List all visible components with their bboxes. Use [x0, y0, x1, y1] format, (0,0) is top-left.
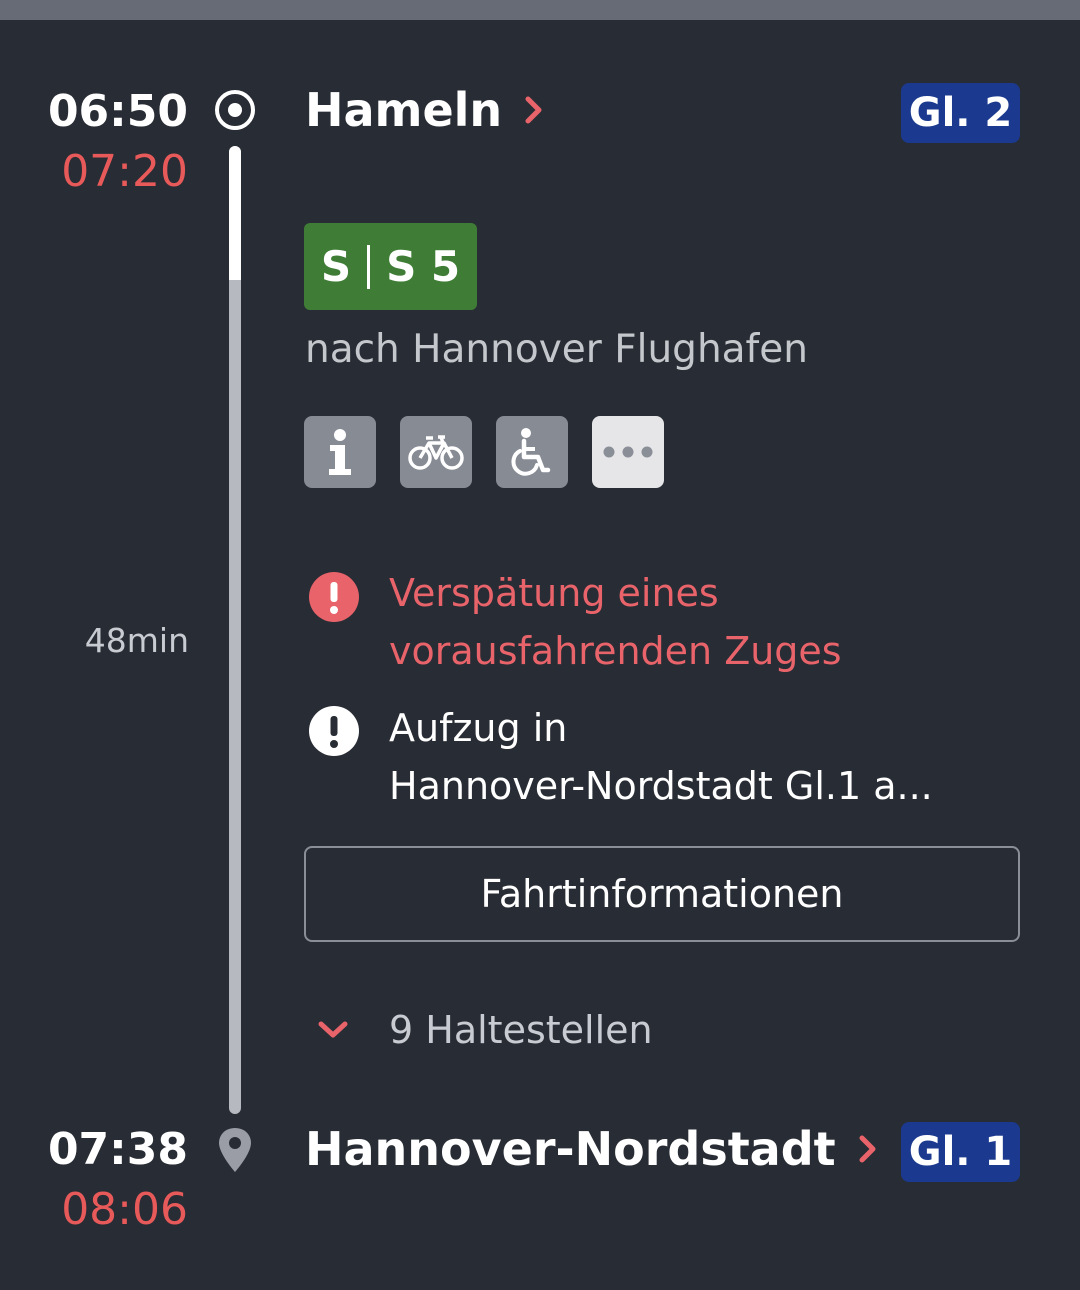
bicycle-icon — [408, 435, 464, 470]
timeline-track — [229, 146, 241, 1114]
info-attribute-button[interactable] — [304, 416, 376, 488]
line-badge[interactable]: S S 5 — [304, 223, 477, 310]
arrival-platform-badge: Gl. 1 — [901, 1122, 1020, 1182]
departure-station[interactable]: Hameln — [305, 80, 544, 140]
chevron-down-icon — [318, 1021, 348, 1038]
departure-station-name: Hameln — [305, 83, 503, 137]
product-label: S — [320, 242, 352, 291]
delay-message-line-2: vorausfahrenden Zuges — [389, 629, 842, 673]
line-label: S 5 — [386, 242, 461, 291]
arrival-scheduled-time: 07:38 — [47, 1124, 188, 1175]
info-warning-icon — [309, 706, 359, 756]
arrival-station[interactable]: Hannover-Nordstadt — [305, 1119, 878, 1179]
departure-scheduled-time: 06:50 — [47, 86, 188, 137]
more-icon — [603, 446, 653, 458]
departure-platform-badge: Gl. 2 — [901, 83, 1020, 143]
arrival-actual-time: 08:06 — [61, 1184, 188, 1235]
alert-icon — [309, 572, 359, 622]
elevator-message-line-2: Hannover-Nordstadt Gl.1 a... — [389, 764, 933, 808]
delay-message-line-1: Verspätung eines — [389, 571, 719, 615]
top-bar — [0, 0, 1080, 20]
direction-text: nach Hannover Flughafen — [305, 327, 809, 372]
location-pin-icon — [219, 1128, 251, 1172]
chevron-right-icon — [525, 96, 542, 124]
stops-expand-toggle[interactable]: 9 Haltestellen — [305, 1000, 653, 1060]
chevron-right-icon — [859, 1135, 876, 1163]
elevator-message-line-1: Aufzug in — [389, 706, 568, 750]
stops-count-label: 9 Haltestellen — [389, 1008, 653, 1052]
badge-divider — [367, 244, 371, 289]
timeline-progress — [229, 146, 241, 280]
trip-duration: 48min — [84, 621, 189, 660]
trip-details-button[interactable]: Fahrtinformationen — [304, 846, 1020, 942]
more-attributes-button[interactable] — [592, 416, 664, 488]
bicycle-attribute-button[interactable] — [400, 416, 472, 488]
wheelchair-attribute-button[interactable] — [496, 416, 568, 488]
departure-actual-time: 07:20 — [61, 146, 188, 197]
arrival-station-name: Hannover-Nordstadt — [305, 1122, 836, 1176]
info-icon — [329, 429, 351, 475]
origin-circle-icon — [215, 90, 255, 130]
wheelchair-icon — [511, 428, 551, 476]
